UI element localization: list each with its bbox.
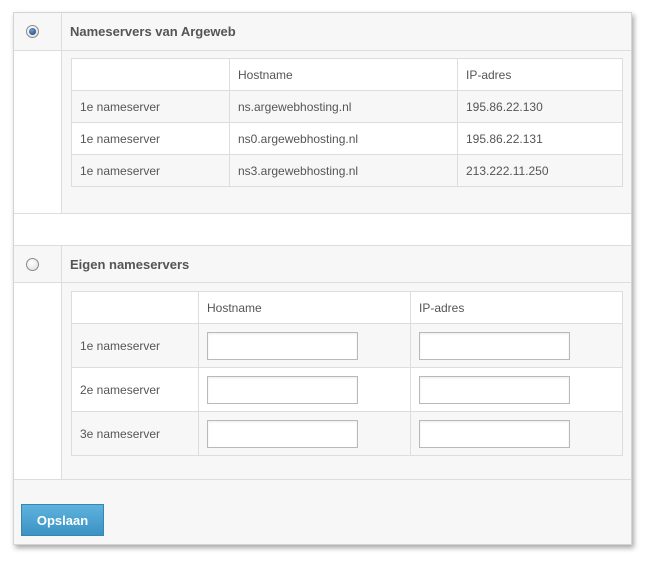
hostname-cell (198, 411, 411, 456)
custom-nameserver-table: Hostname IP-adres 1e nameserver 2e names… (71, 291, 623, 456)
argeweb-nameserver-table: Hostname IP-adres 1e nameserver ns.argew… (71, 58, 623, 187)
custom-radio-cell (14, 246, 62, 282)
ip-input-3[interactable] (419, 419, 570, 448)
argeweb-radio-button[interactable] (26, 25, 39, 38)
column-header-label (71, 291, 199, 324)
custom-section-header: Eigen nameservers (14, 245, 631, 283)
custom-radio-button[interactable] (26, 258, 39, 271)
column-header-label (71, 58, 230, 91)
custom-section-title: Eigen nameservers (70, 257, 190, 272)
table-row: 1e nameserver ns0.argewebhosting.nl 195.… (71, 122, 623, 155)
row-label: 2e nameserver (71, 367, 199, 412)
row-label: 1e nameserver (71, 122, 230, 155)
row-ip: 195.86.22.131 (457, 122, 623, 155)
hostname-input-3[interactable] (207, 419, 358, 448)
custom-body-left-cell (14, 283, 62, 479)
row-hostname: ns.argewebhosting.nl (229, 90, 458, 123)
row-ip: 213.222.11.250 (457, 154, 623, 187)
form-footer: Opslaan (14, 479, 631, 544)
section-divider (14, 213, 631, 245)
row-label: 3e nameserver (71, 411, 199, 456)
ip-cell (410, 323, 623, 368)
ip-cell (410, 411, 623, 456)
argeweb-radio-cell (14, 13, 62, 50)
column-header-ip: IP-adres (410, 291, 623, 324)
hostname-cell (198, 367, 411, 412)
hostname-input-2[interactable] (207, 375, 358, 404)
table-row: 1e nameserver (71, 323, 623, 368)
row-hostname: ns0.argewebhosting.nl (229, 122, 458, 155)
row-hostname: ns3.argewebhosting.nl (229, 154, 458, 187)
nameserver-settings-panel: Nameservers van Argeweb Hostname IP-adre… (13, 12, 632, 545)
table-header-row: Hostname IP-adres (71, 58, 623, 91)
save-button[interactable]: Opslaan (21, 504, 104, 536)
row-label: 1e nameserver (71, 323, 199, 368)
argeweb-body-left-cell (14, 51, 62, 213)
ip-input-2[interactable] (419, 375, 570, 404)
custom-section-body: Hostname IP-adres 1e nameserver 2e names… (14, 283, 631, 479)
column-header-hostname: Hostname (229, 58, 458, 91)
table-row: 2e nameserver (71, 367, 623, 412)
row-label: 1e nameserver (71, 154, 230, 187)
column-header-hostname: Hostname (198, 291, 411, 324)
argeweb-section-header: Nameservers van Argeweb (14, 13, 631, 51)
column-header-ip: IP-adres (457, 58, 623, 91)
row-ip: 195.86.22.130 (457, 90, 623, 123)
row-label: 1e nameserver (71, 90, 230, 123)
table-row: 1e nameserver ns.argewebhosting.nl 195.8… (71, 90, 623, 123)
argeweb-section-body: Hostname IP-adres 1e nameserver ns.argew… (14, 51, 631, 213)
hostname-input-1[interactable] (207, 331, 358, 360)
hostname-cell (198, 323, 411, 368)
table-row: 3e nameserver (71, 411, 623, 456)
table-row: 1e nameserver ns3.argewebhosting.nl 213.… (71, 154, 623, 187)
ip-input-1[interactable] (419, 331, 570, 360)
ip-cell (410, 367, 623, 412)
argeweb-section-title: Nameservers van Argeweb (70, 24, 236, 39)
table-header-row: Hostname IP-adres (71, 291, 623, 324)
